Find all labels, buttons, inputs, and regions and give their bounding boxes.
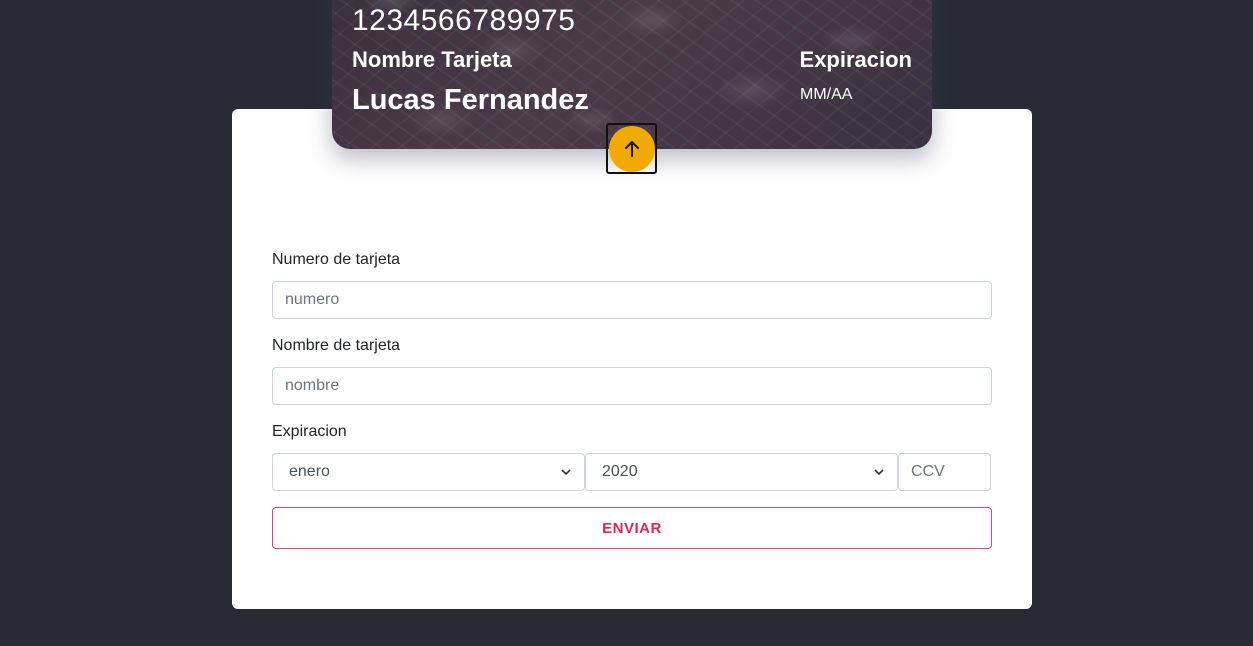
ccv-input[interactable] [898, 453, 991, 491]
year-select[interactable]: 2020 [585, 453, 898, 491]
chevron-down-icon [873, 466, 885, 478]
arrow-up-icon [624, 140, 639, 157]
year-select-value: 2020 [602, 463, 638, 480]
card-name-field-label: Nombre de tarjeta [272, 337, 401, 354]
page: 1234566789975 Nombre Tarjeta Lucas Ferna… [0, 0, 1253, 646]
card-number-display: 1234566789975 [352, 4, 576, 37]
toggle-form-button[interactable] [606, 123, 657, 174]
toggle-circle [608, 125, 655, 172]
expiration-field-label: Expiracion [272, 423, 347, 440]
card-name-label: Nombre Tarjeta [352, 47, 512, 72]
month-select-value: enero [289, 463, 330, 480]
card-number-input[interactable] [272, 281, 992, 319]
month-select[interactable]: enero [272, 453, 585, 491]
card-expiration-label: Expiracion [799, 47, 912, 72]
submit-button[interactable]: ENVIAR [272, 507, 992, 549]
chevron-down-icon [560, 466, 572, 478]
card-holder-name: Lucas Fernandez [352, 84, 589, 116]
card-name-input[interactable] [272, 367, 992, 405]
card-expiration-value: MM/AA [800, 86, 853, 103]
card-number-label: Numero de tarjeta [272, 251, 401, 268]
